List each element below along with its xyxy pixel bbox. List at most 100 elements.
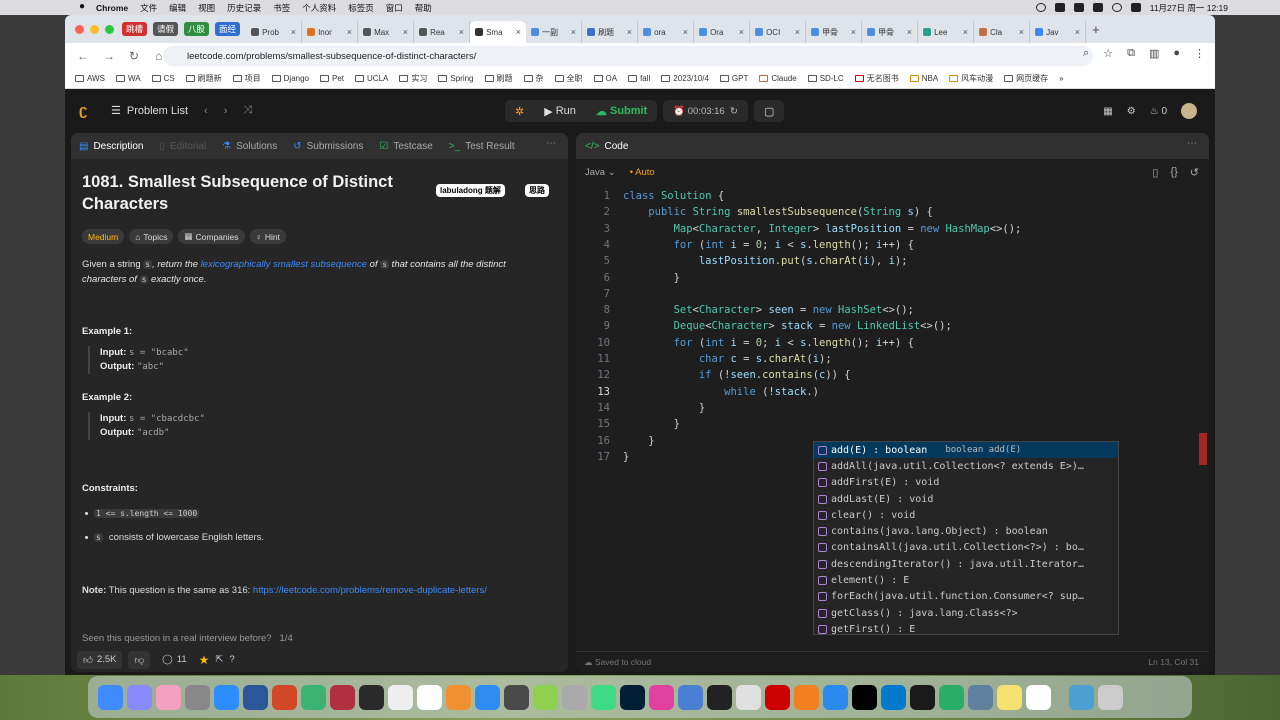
wechat-app-icon[interactable] xyxy=(939,684,964,710)
settings-icon[interactable]: ⚙ xyxy=(1127,106,1136,117)
app-store-icon[interactable] xyxy=(475,684,500,710)
autocomplete-item[interactable]: addFirst(E) : void xyxy=(814,475,1118,491)
sidebar-icon[interactable]: ▥ xyxy=(1149,47,1159,60)
close-icon[interactable]: × xyxy=(571,27,576,37)
submit-button[interactable]: ☁ Submit xyxy=(585,100,658,122)
bookmark-item[interactable]: SD-LC xyxy=(807,74,844,83)
reset-icon[interactable]: ↺ xyxy=(1190,166,1199,179)
browser-tab[interactable]: ora × xyxy=(638,21,695,43)
run-button[interactable]: ▶ Run xyxy=(534,100,586,122)
notes-yellow-icon[interactable] xyxy=(997,684,1022,710)
browser-tab[interactable]: 刷题 × xyxy=(582,21,639,43)
menubar-clock[interactable]: 11月27日 周一 12:19 xyxy=(1150,2,1228,14)
bookmark-item[interactable]: fall xyxy=(628,74,650,83)
autocomplete-item[interactable]: addLast(E) : void xyxy=(814,491,1118,507)
hint-button[interactable]: ♀ Hint xyxy=(249,229,286,244)
url-field[interactable]: leetcode.com/problems/smallest-subsequen… xyxy=(163,46,1093,66)
back-icon[interactable]: ← xyxy=(77,49,91,63)
tab-solutions[interactable]: ⚗ Solutions xyxy=(222,141,277,152)
auto-mode-toggle[interactable]: • Auto xyxy=(630,167,655,178)
finder-icon[interactable] xyxy=(98,684,123,710)
tab-testcase[interactable]: ☑ Testcase xyxy=(379,141,432,152)
bookmark-item[interactable]: 实习 xyxy=(399,73,427,84)
bookmark-item[interactable]: Django xyxy=(271,74,309,83)
bookmark-item[interactable]: 全职 xyxy=(554,73,583,84)
record-icon[interactable] xyxy=(1035,3,1046,12)
share-icon[interactable]: ⇱ xyxy=(215,654,223,665)
zoom-icon[interactable] xyxy=(214,684,239,710)
problem-list-link[interactable]: Problem List xyxy=(127,105,188,117)
note-link[interactable]: https://leetcode.com/problems/remove-dup… xyxy=(253,585,487,596)
sublime-icon[interactable] xyxy=(794,684,819,710)
menu-history[interactable]: 历史记录 xyxy=(227,2,261,14)
zoom-window-button[interactable] xyxy=(105,24,114,34)
menu-profile[interactable]: 个人资料 xyxy=(302,2,336,14)
close-icon[interactable]: × xyxy=(627,27,632,37)
photos-icon[interactable] xyxy=(156,684,181,710)
autocomplete-item[interactable]: containsAll(java.util.Collection<?>) : b… xyxy=(814,540,1118,556)
intellij-icon[interactable] xyxy=(852,684,877,710)
close-icon[interactable]: × xyxy=(851,27,856,37)
input-icon[interactable] xyxy=(1092,3,1103,12)
bookmark-item[interactable]: CS xyxy=(151,74,175,83)
debug-icon[interactable]: ✲ xyxy=(505,100,535,122)
close-icon[interactable]: × xyxy=(516,27,521,37)
close-icon[interactable]: × xyxy=(739,27,744,37)
launchpad-icon[interactable] xyxy=(127,684,152,710)
wechat-icon[interactable] xyxy=(1054,3,1065,12)
photoshop-icon[interactable] xyxy=(620,684,645,710)
menu-help[interactable]: 帮助 xyxy=(415,2,432,14)
dislike-button[interactable]: 👎︎ xyxy=(128,650,151,669)
bookmark-icon[interactable]: ▯ xyxy=(1152,166,1158,179)
bookmark-item[interactable]: Pet xyxy=(320,74,344,83)
browser-tab[interactable]: Prob × xyxy=(246,21,303,43)
browser-tab[interactable]: 一副 × xyxy=(526,21,583,43)
prev-problem-icon[interactable]: ‹ xyxy=(204,105,208,117)
app-icon[interactable] xyxy=(330,684,355,710)
tab-test-result[interactable]: >_ Test Result xyxy=(449,141,515,152)
wifi-icon[interactable] xyxy=(1111,3,1122,12)
autocomplete-item[interactable]: contains(java.lang.Object) : boolean xyxy=(814,523,1118,539)
bookmark-item[interactable]: 刷题 xyxy=(484,73,513,84)
battery-icon[interactable] xyxy=(1130,3,1141,12)
avatar[interactable] xyxy=(1181,103,1197,119)
close-icon[interactable]: × xyxy=(683,27,688,37)
extensions-icon[interactable]: ⧉ xyxy=(1127,47,1135,60)
close-icon[interactable]: × xyxy=(459,27,464,37)
layout-icon[interactable]: ▦ xyxy=(1103,106,1112,117)
star-icon[interactable]: ★ xyxy=(199,653,210,667)
menu-file[interactable]: 文件 xyxy=(140,2,157,14)
vim-icon[interactable] xyxy=(533,684,558,710)
close-window-button[interactable] xyxy=(75,24,84,34)
browser-tab[interactable]: Max × xyxy=(358,21,415,43)
calendar-icon[interactable] xyxy=(417,684,442,710)
autocomplete-item[interactable]: element() : E xyxy=(814,572,1118,588)
bookmark-item[interactable]: 风车动漫 xyxy=(949,73,993,84)
terminal-app-icon[interactable] xyxy=(707,684,732,710)
chrome-icon[interactable] xyxy=(1026,684,1051,710)
autocomplete-item[interactable]: getFirst() : E xyxy=(814,621,1118,637)
tab-code[interactable]: Code xyxy=(604,141,628,152)
fire-icon[interactable]: ♨ 0 xyxy=(1150,106,1167,117)
autocomplete-item[interactable]: add(E) : boolean boolean add(E) xyxy=(814,442,1118,459)
reset-timer-icon[interactable]: ↻ xyxy=(730,106,738,117)
messages-icon[interactable] xyxy=(591,684,616,710)
problem-title[interactable]: 1081. Smallest Subsequence of Distinct C… xyxy=(82,171,412,215)
shuffle-icon[interactable]: ⤨ xyxy=(243,104,252,117)
zoom-icon[interactable]: ⌕ xyxy=(1083,47,1089,60)
tex-icon[interactable] xyxy=(562,684,587,710)
menu-app-name[interactable]: Chrome xyxy=(96,3,128,13)
companies-button[interactable]: ▦ Companies xyxy=(178,229,245,244)
comments-button[interactable]: ◯ 11 xyxy=(156,651,193,669)
bookmark-item[interactable]: Claude xyxy=(759,74,797,83)
menu-bookmarks[interactable]: 书签 xyxy=(273,2,290,14)
apple-icon[interactable]: ● xyxy=(79,2,89,12)
bookmark-item[interactable]: AWS xyxy=(75,74,105,83)
browser-tab[interactable]: Lee × xyxy=(918,21,975,43)
close-icon[interactable]: × xyxy=(1075,27,1080,37)
language-select[interactable]: Java ⌄ xyxy=(585,167,616,178)
bookmark-item[interactable]: 刷题新 xyxy=(185,73,222,84)
bookmark-item[interactable]: 项目 xyxy=(232,73,261,84)
safari-icon[interactable] xyxy=(823,684,848,710)
creative-cloud-icon[interactable] xyxy=(649,684,674,710)
